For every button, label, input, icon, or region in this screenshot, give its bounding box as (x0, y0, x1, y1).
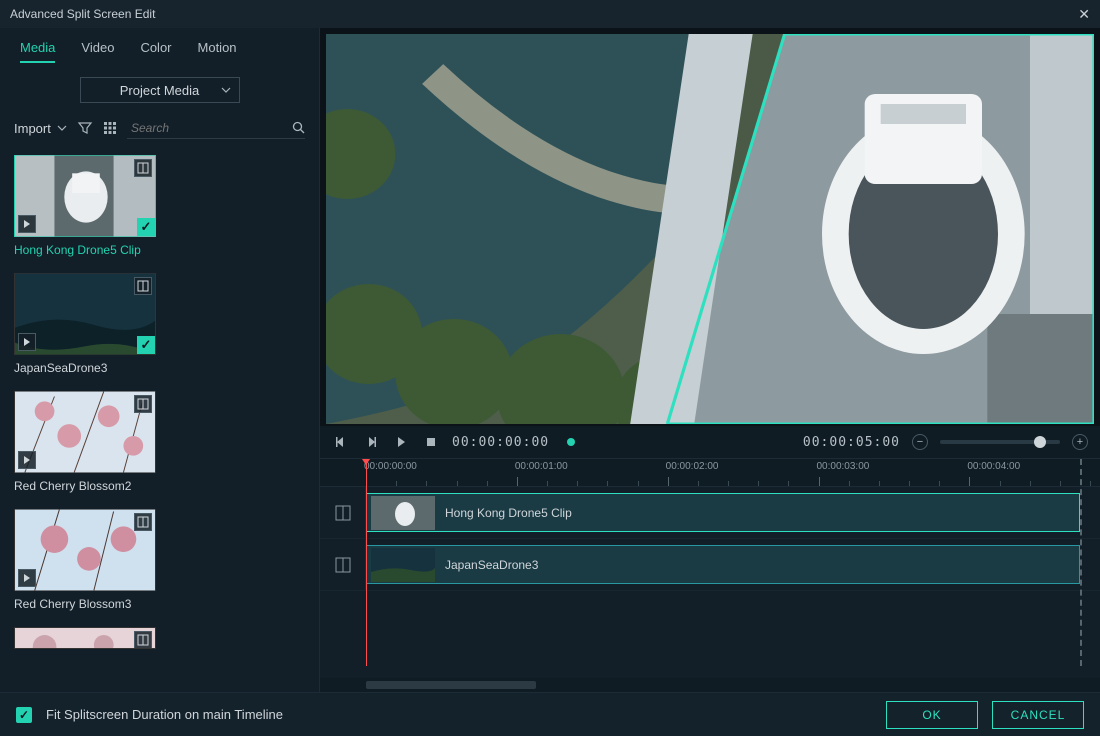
search-input[interactable] (127, 121, 292, 135)
media-item[interactable] (14, 627, 305, 649)
play-button[interactable] (392, 433, 410, 451)
check-icon: ✓ (137, 218, 155, 236)
footer: ✓ Fit Splitscreen Duration on main Timel… (0, 692, 1100, 736)
grid-view-icon[interactable] (103, 119, 117, 137)
ruler-label: 00:00:03:00 (817, 461, 870, 472)
ok-button[interactable]: OK (886, 701, 978, 729)
media-thumbnail[interactable] (14, 391, 156, 473)
ruler-label: 00:00:01:00 (515, 461, 568, 472)
tab-media[interactable]: Media (20, 40, 55, 63)
duration-time: 00:00:05:00 (803, 435, 900, 450)
search-icon[interactable] (292, 121, 305, 134)
tab-motion[interactable]: Motion (198, 40, 237, 63)
timeline-track: Hong Kong Drone5 Clip (320, 487, 1100, 539)
play-overlay-icon (18, 451, 36, 469)
import-button[interactable]: Import (14, 121, 67, 136)
clip-thumbnail (371, 548, 435, 582)
ruler-label: 00:00:02:00 (666, 461, 719, 472)
next-frame-button[interactable] (362, 433, 380, 451)
marker-dot-icon (567, 438, 575, 446)
preview-area (320, 28, 1100, 426)
splitscreen-icon (134, 395, 152, 413)
splitscreen-icon (134, 631, 152, 649)
current-time: 00:00:00:00 (452, 435, 549, 450)
tab-video[interactable]: Video (81, 40, 114, 63)
stop-button[interactable] (422, 433, 440, 451)
search-input-wrap (127, 117, 305, 139)
play-overlay-icon (18, 569, 36, 587)
clip-label: Hong Kong Drone5 Clip (445, 506, 572, 520)
media-item[interactable]: Red Cherry Blossom2 (14, 391, 305, 493)
project-media-select[interactable]: Project Media (80, 77, 240, 103)
track-head-icon[interactable] (320, 539, 366, 590)
timeline-clip[interactable]: Hong Kong Drone5 Clip (366, 493, 1080, 532)
play-overlay-icon (18, 215, 36, 233)
window-title: Advanced Split Screen Edit (10, 7, 155, 21)
check-icon: ✓ (137, 336, 155, 354)
media-thumbnail[interactable]: ✓ (14, 155, 156, 237)
media-thumbnail[interactable] (14, 509, 156, 591)
filter-icon[interactable] (77, 119, 93, 137)
play-overlay-icon (18, 333, 36, 351)
chevron-down-icon (221, 85, 231, 95)
zoom-slider-knob[interactable] (1034, 436, 1046, 448)
prev-frame-button[interactable] (332, 433, 350, 451)
ruler-label: 00:00:04:00 (967, 461, 1020, 472)
fit-duration-label: Fit Splitscreen Duration on main Timelin… (46, 707, 283, 722)
media-thumbnail[interactable]: ✓ (14, 273, 156, 355)
media-item-label: Red Cherry Blossom3 (14, 597, 305, 611)
playhead[interactable] (366, 459, 367, 666)
cancel-button[interactable]: CANCEL (992, 701, 1084, 729)
right-panel: 00:00:00:00 00:00:05:00 − + 00:00:00:000… (320, 28, 1100, 692)
fit-duration-checkbox[interactable]: ✓ (16, 707, 32, 723)
media-list: ✓ Hong Kong Drone5 Clip ✓ JapanSeaDrone3 (0, 149, 319, 692)
chevron-down-icon (57, 123, 67, 133)
close-icon[interactable]: ✕ (1078, 6, 1090, 23)
timeline-scrollbar[interactable] (320, 678, 1100, 692)
media-item-label: Red Cherry Blossom2 (14, 479, 305, 493)
media-item[interactable]: ✓ JapanSeaDrone3 (14, 273, 305, 375)
track-head-icon[interactable] (320, 487, 366, 538)
timeline-clip[interactable]: JapanSeaDrone3 (366, 545, 1080, 584)
zoom-in-button[interactable]: + (1072, 434, 1088, 450)
timeline-ruler[interactable]: 00:00:00:00 00:00:01:00 00:00:02:00 00:00:0… (320, 459, 1100, 487)
media-item[interactable]: Red Cherry Blossom3 (14, 509, 305, 611)
zoom-out-button[interactable]: − (912, 434, 928, 450)
media-thumbnail[interactable] (14, 627, 156, 649)
timeline-tracks: Hong Kong Drone5 Clip JapanSeaDrone3 (320, 487, 1100, 678)
clip-label: JapanSeaDrone3 (445, 558, 538, 572)
titlebar: Advanced Split Screen Edit ✕ (0, 0, 1100, 28)
clip-thumbnail (371, 496, 435, 530)
media-toolbar: Import (0, 111, 319, 149)
clip-end-line (1080, 459, 1082, 666)
sidebar-tabs: Media Video Color Motion (0, 28, 319, 63)
zoom-slider[interactable] (940, 440, 1060, 444)
splitscreen-icon (134, 277, 152, 295)
media-item-label: Hong Kong Drone5 Clip (14, 243, 305, 257)
splitscreen-icon (134, 159, 152, 177)
media-item[interactable]: ✓ Hong Kong Drone5 Clip (14, 155, 305, 257)
project-media-label: Project Media (120, 83, 199, 98)
timeline-track: JapanSeaDrone3 (320, 539, 1100, 591)
transport-bar: 00:00:00:00 00:00:05:00 − + (320, 426, 1100, 458)
media-item-label: JapanSeaDrone3 (14, 361, 305, 375)
content: Media Video Color Motion Project Media I… (0, 28, 1100, 692)
timeline: 00:00:00:00 00:00:01:00 00:00:02:00 00:00:0… (320, 458, 1100, 692)
import-label: Import (14, 121, 51, 136)
preview-frame[interactable] (326, 34, 1094, 424)
window: Advanced Split Screen Edit ✕ Media Video… (0, 0, 1100, 736)
tab-color[interactable]: Color (140, 40, 171, 63)
ruler-label: 00:00:00:00 (364, 461, 417, 472)
timeline-track-empty (320, 591, 1100, 643)
splitscreen-icon (134, 513, 152, 531)
sidebar: Media Video Color Motion Project Media I… (0, 28, 320, 692)
